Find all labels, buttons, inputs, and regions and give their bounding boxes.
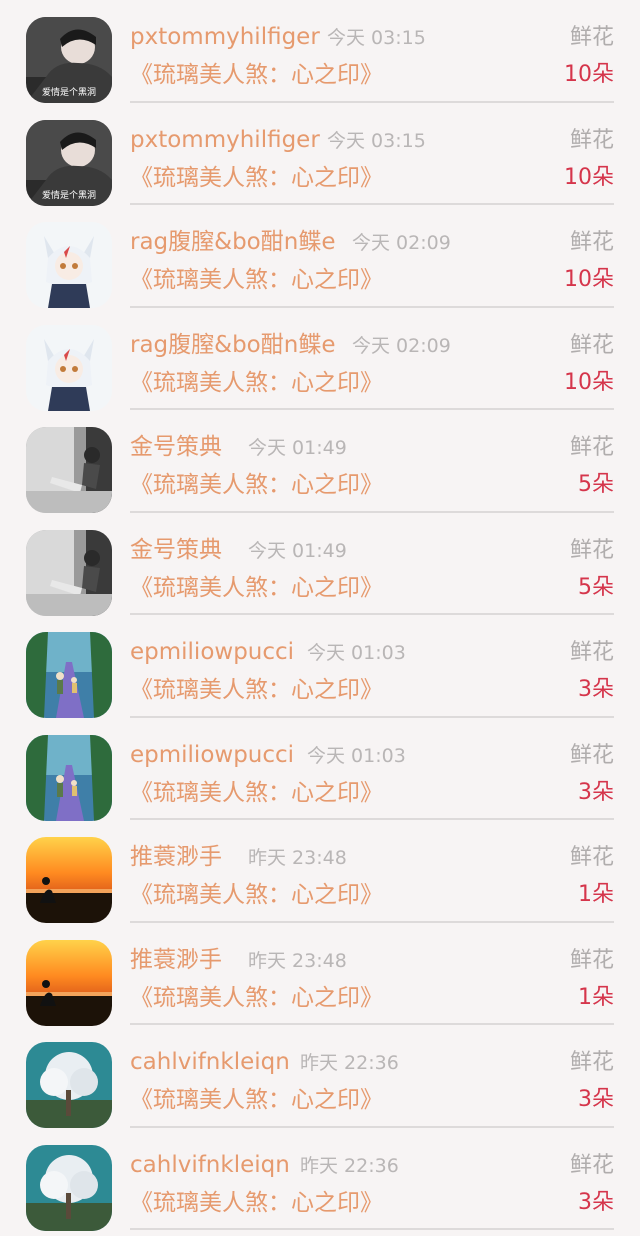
username[interactable]: cahlvifnkleiqn bbox=[130, 1150, 290, 1180]
list-item-content: 金号策典 今天 01:49 鲜花 《琉璃美人煞：心之印》 5朵 bbox=[130, 513, 614, 615]
list-item[interactable]: 推蓑渺手 昨天 23:48 鲜花 《琉璃美人煞：心之印》 1朵 bbox=[0, 820, 640, 923]
timestamp: 今天 01:49 bbox=[248, 437, 347, 459]
username[interactable]: pxtommyhilfiger bbox=[130, 125, 320, 155]
gift-type: 鲜花 bbox=[569, 435, 614, 460]
list-item-content: epmiliowpucci 今天 01:03 鲜花 《琉璃美人煞：心之印》 3朵 bbox=[130, 615, 614, 718]
sunset-avatar-icon[interactable] bbox=[26, 837, 112, 923]
username[interactable]: pxtommyhilfiger bbox=[130, 22, 320, 52]
gift-count: 3朵 bbox=[578, 1189, 614, 1215]
list-item[interactable]: 爱情是个黑洞 pxtommyhilfiger 今天 03:15 鲜花 《琉璃美人… bbox=[0, 103, 640, 206]
gift-count: 3朵 bbox=[578, 779, 614, 805]
list-item-content: 推蓑渺手 昨天 23:48 鲜花 《琉璃美人煞：心之印》 1朵 bbox=[130, 923, 614, 1025]
gift-type: 鲜花 bbox=[569, 127, 614, 153]
gift-type: 鲜花 bbox=[569, 1152, 614, 1178]
list-item[interactable]: rag腹膣&bo酣n鲽e 今天 02:09 鲜花 《琉璃美人煞：心之印》 10朵 bbox=[0, 308, 640, 411]
book-title[interactable]: 《琉璃美人煞：心之印》 bbox=[130, 778, 383, 808]
gift-type: 鲜花 bbox=[569, 332, 614, 358]
list-item-content: rag腹膣&bo酣n鲽e 今天 02:09 鲜花 《琉璃美人煞：心之印》 10朵 bbox=[130, 308, 614, 410]
book-title[interactable]: 《琉璃美人煞：心之印》 bbox=[130, 470, 383, 500]
list-item[interactable]: cahlvifnkleiqn 昨天 22:36 鲜花 《琉璃美人煞：心之印》 3… bbox=[0, 1025, 640, 1128]
timestamp: 今天 01:03 bbox=[307, 744, 406, 767]
username[interactable]: epmiliowpucci bbox=[130, 637, 294, 667]
list-item[interactable]: 推蓑渺手 昨天 23:48 鲜花 《琉璃美人煞：心之印》 1朵 bbox=[0, 923, 640, 1026]
book-title[interactable]: 《琉璃美人煞：心之印》 bbox=[130, 983, 383, 1013]
username[interactable]: rag腹膣&bo酣n鲽e bbox=[130, 330, 335, 360]
username[interactable]: 推蓑渺手 bbox=[130, 945, 222, 975]
gift-count: 10朵 bbox=[564, 62, 614, 87]
timestamp: 昨天 22:36 bbox=[300, 1154, 399, 1177]
list-item[interactable]: 金号策典 今天 01:49 鲜花 《琉璃美人煞：心之印》 5朵 bbox=[0, 410, 640, 513]
username[interactable]: 金号策典 bbox=[130, 432, 222, 462]
timestamp: 今天 03:15 bbox=[327, 129, 426, 152]
gift-list: 爱情是个黑洞 pxtommyhilfiger 今天 03:15 鲜花 《琉璃美人… bbox=[0, 0, 640, 1236]
list-item[interactable]: 金号策典 今天 01:49 鲜花 《琉璃美人煞：心之印》 5朵 bbox=[0, 513, 640, 616]
gift-count: 10朵 bbox=[564, 369, 614, 395]
svg-text:爱情是个黑洞: 爱情是个黑洞 bbox=[42, 86, 96, 98]
list-item[interactable]: epmiliowpucci 今天 01:03 鲜花 《琉璃美人煞：心之印》 3朵 bbox=[0, 615, 640, 718]
gift-count: 5朵 bbox=[578, 574, 614, 600]
gift-count: 10朵 bbox=[564, 164, 614, 190]
list-item-content: pxtommyhilfiger 今天 03:15 鲜花 《琉璃美人煞：心之印》 … bbox=[130, 103, 614, 205]
book-title[interactable]: 《琉璃美人煞：心之印》 bbox=[130, 60, 383, 90]
book-title[interactable]: 《琉璃美人煞：心之印》 bbox=[130, 163, 383, 193]
white-tree-avatar-icon[interactable] bbox=[26, 1144, 112, 1231]
sunset-avatar-icon[interactable] bbox=[26, 939, 112, 1026]
gift-type: 鲜花 bbox=[569, 25, 614, 50]
portrait-avatar-icon[interactable]: 爱情是个黑洞 bbox=[26, 119, 112, 206]
list-item[interactable]: rag腹膣&bo酣n鲽e 今天 02:09 鲜花 《琉璃美人煞：心之印》 10朵 bbox=[0, 205, 640, 308]
timestamp: 今天 01:49 bbox=[248, 539, 347, 562]
list-item-content: 推蓑渺手 昨天 23:48 鲜花 《琉璃美人煞：心之印》 1朵 bbox=[130, 820, 614, 923]
book-title[interactable]: 《琉璃美人煞：心之印》 bbox=[130, 573, 383, 603]
anime-avatar-icon[interactable] bbox=[26, 324, 112, 411]
anime-avatar-icon[interactable] bbox=[26, 222, 112, 308]
list-item[interactable]: cahlvifnkleiqn 昨天 22:36 鲜花 《琉璃美人煞：心之印》 3… bbox=[0, 1128, 640, 1231]
gift-type: 鲜花 bbox=[569, 1050, 614, 1075]
forest-path-avatar-icon[interactable] bbox=[26, 734, 112, 821]
gift-type: 鲜花 bbox=[569, 640, 614, 665]
sitting-girl-avatar-icon[interactable] bbox=[26, 427, 112, 513]
list-item-content: cahlvifnkleiqn 昨天 22:36 鲜花 《琉璃美人煞：心之印》 3… bbox=[130, 1128, 614, 1230]
book-title[interactable]: 《琉璃美人煞：心之印》 bbox=[130, 368, 383, 398]
list-item-content: pxtommyhilfiger 今天 03:15 鲜花 《琉璃美人煞：心之印》 … bbox=[130, 0, 614, 103]
username[interactable]: epmiliowpucci bbox=[130, 740, 294, 770]
gift-type: 鲜花 bbox=[569, 230, 614, 255]
timestamp: 今天 02:09 bbox=[352, 232, 451, 254]
portrait-avatar-icon[interactable]: 爱情是个黑洞 bbox=[26, 17, 112, 103]
timestamp: 昨天 23:48 bbox=[248, 847, 347, 869]
svg-text:爱情是个黑洞: 爱情是个黑洞 bbox=[42, 189, 96, 201]
list-item-content: rag腹膣&bo酣n鲽e 今天 02:09 鲜花 《琉璃美人煞：心之印》 10朵 bbox=[130, 205, 614, 308]
book-title[interactable]: 《琉璃美人煞：心之印》 bbox=[130, 675, 383, 705]
timestamp: 昨天 22:36 bbox=[300, 1052, 399, 1074]
username[interactable]: cahlvifnkleiqn bbox=[130, 1047, 290, 1077]
sitting-girl-avatar-icon[interactable] bbox=[26, 529, 112, 616]
timestamp: 今天 02:09 bbox=[352, 334, 451, 357]
white-tree-avatar-icon[interactable] bbox=[26, 1042, 112, 1128]
username[interactable]: 金号策典 bbox=[130, 535, 222, 565]
forest-path-avatar-icon[interactable] bbox=[26, 632, 112, 718]
gift-count: 10朵 bbox=[564, 267, 614, 292]
gift-type: 鲜花 bbox=[569, 537, 614, 563]
timestamp: 昨天 23:48 bbox=[248, 949, 347, 972]
gift-type: 鲜花 bbox=[569, 947, 614, 973]
book-title[interactable]: 《琉璃美人煞：心之印》 bbox=[130, 265, 383, 295]
timestamp: 今天 03:15 bbox=[327, 27, 426, 49]
timestamp: 今天 01:03 bbox=[307, 642, 406, 664]
list-item[interactable]: 爱情是个黑洞 pxtommyhilfiger 今天 03:15 鲜花 《琉璃美人… bbox=[0, 0, 640, 103]
gift-count: 3朵 bbox=[578, 1087, 614, 1112]
list-item-content: cahlvifnkleiqn 昨天 22:36 鲜花 《琉璃美人煞：心之印》 3… bbox=[130, 1025, 614, 1128]
username[interactable]: 推蓑渺手 bbox=[130, 842, 222, 872]
gift-type: 鲜花 bbox=[569, 845, 614, 870]
list-item-content: 金号策典 今天 01:49 鲜花 《琉璃美人煞：心之印》 5朵 bbox=[130, 410, 614, 513]
gift-count: 1朵 bbox=[578, 984, 614, 1010]
gift-count: 1朵 bbox=[578, 882, 614, 907]
book-title[interactable]: 《琉璃美人煞：心之印》 bbox=[130, 1085, 383, 1115]
book-title[interactable]: 《琉璃美人煞：心之印》 bbox=[130, 1188, 383, 1218]
gift-count: 3朵 bbox=[578, 677, 614, 702]
book-title[interactable]: 《琉璃美人煞：心之印》 bbox=[130, 880, 383, 910]
username[interactable]: rag腹膣&bo酣n鲽e bbox=[130, 227, 335, 257]
gift-count: 5朵 bbox=[578, 472, 614, 497]
gift-type: 鲜花 bbox=[569, 742, 614, 768]
list-item[interactable]: epmiliowpucci 今天 01:03 鲜花 《琉璃美人煞：心之印》 3朵 bbox=[0, 718, 640, 821]
list-item-content: epmiliowpucci 今天 01:03 鲜花 《琉璃美人煞：心之印》 3朵 bbox=[130, 718, 614, 820]
